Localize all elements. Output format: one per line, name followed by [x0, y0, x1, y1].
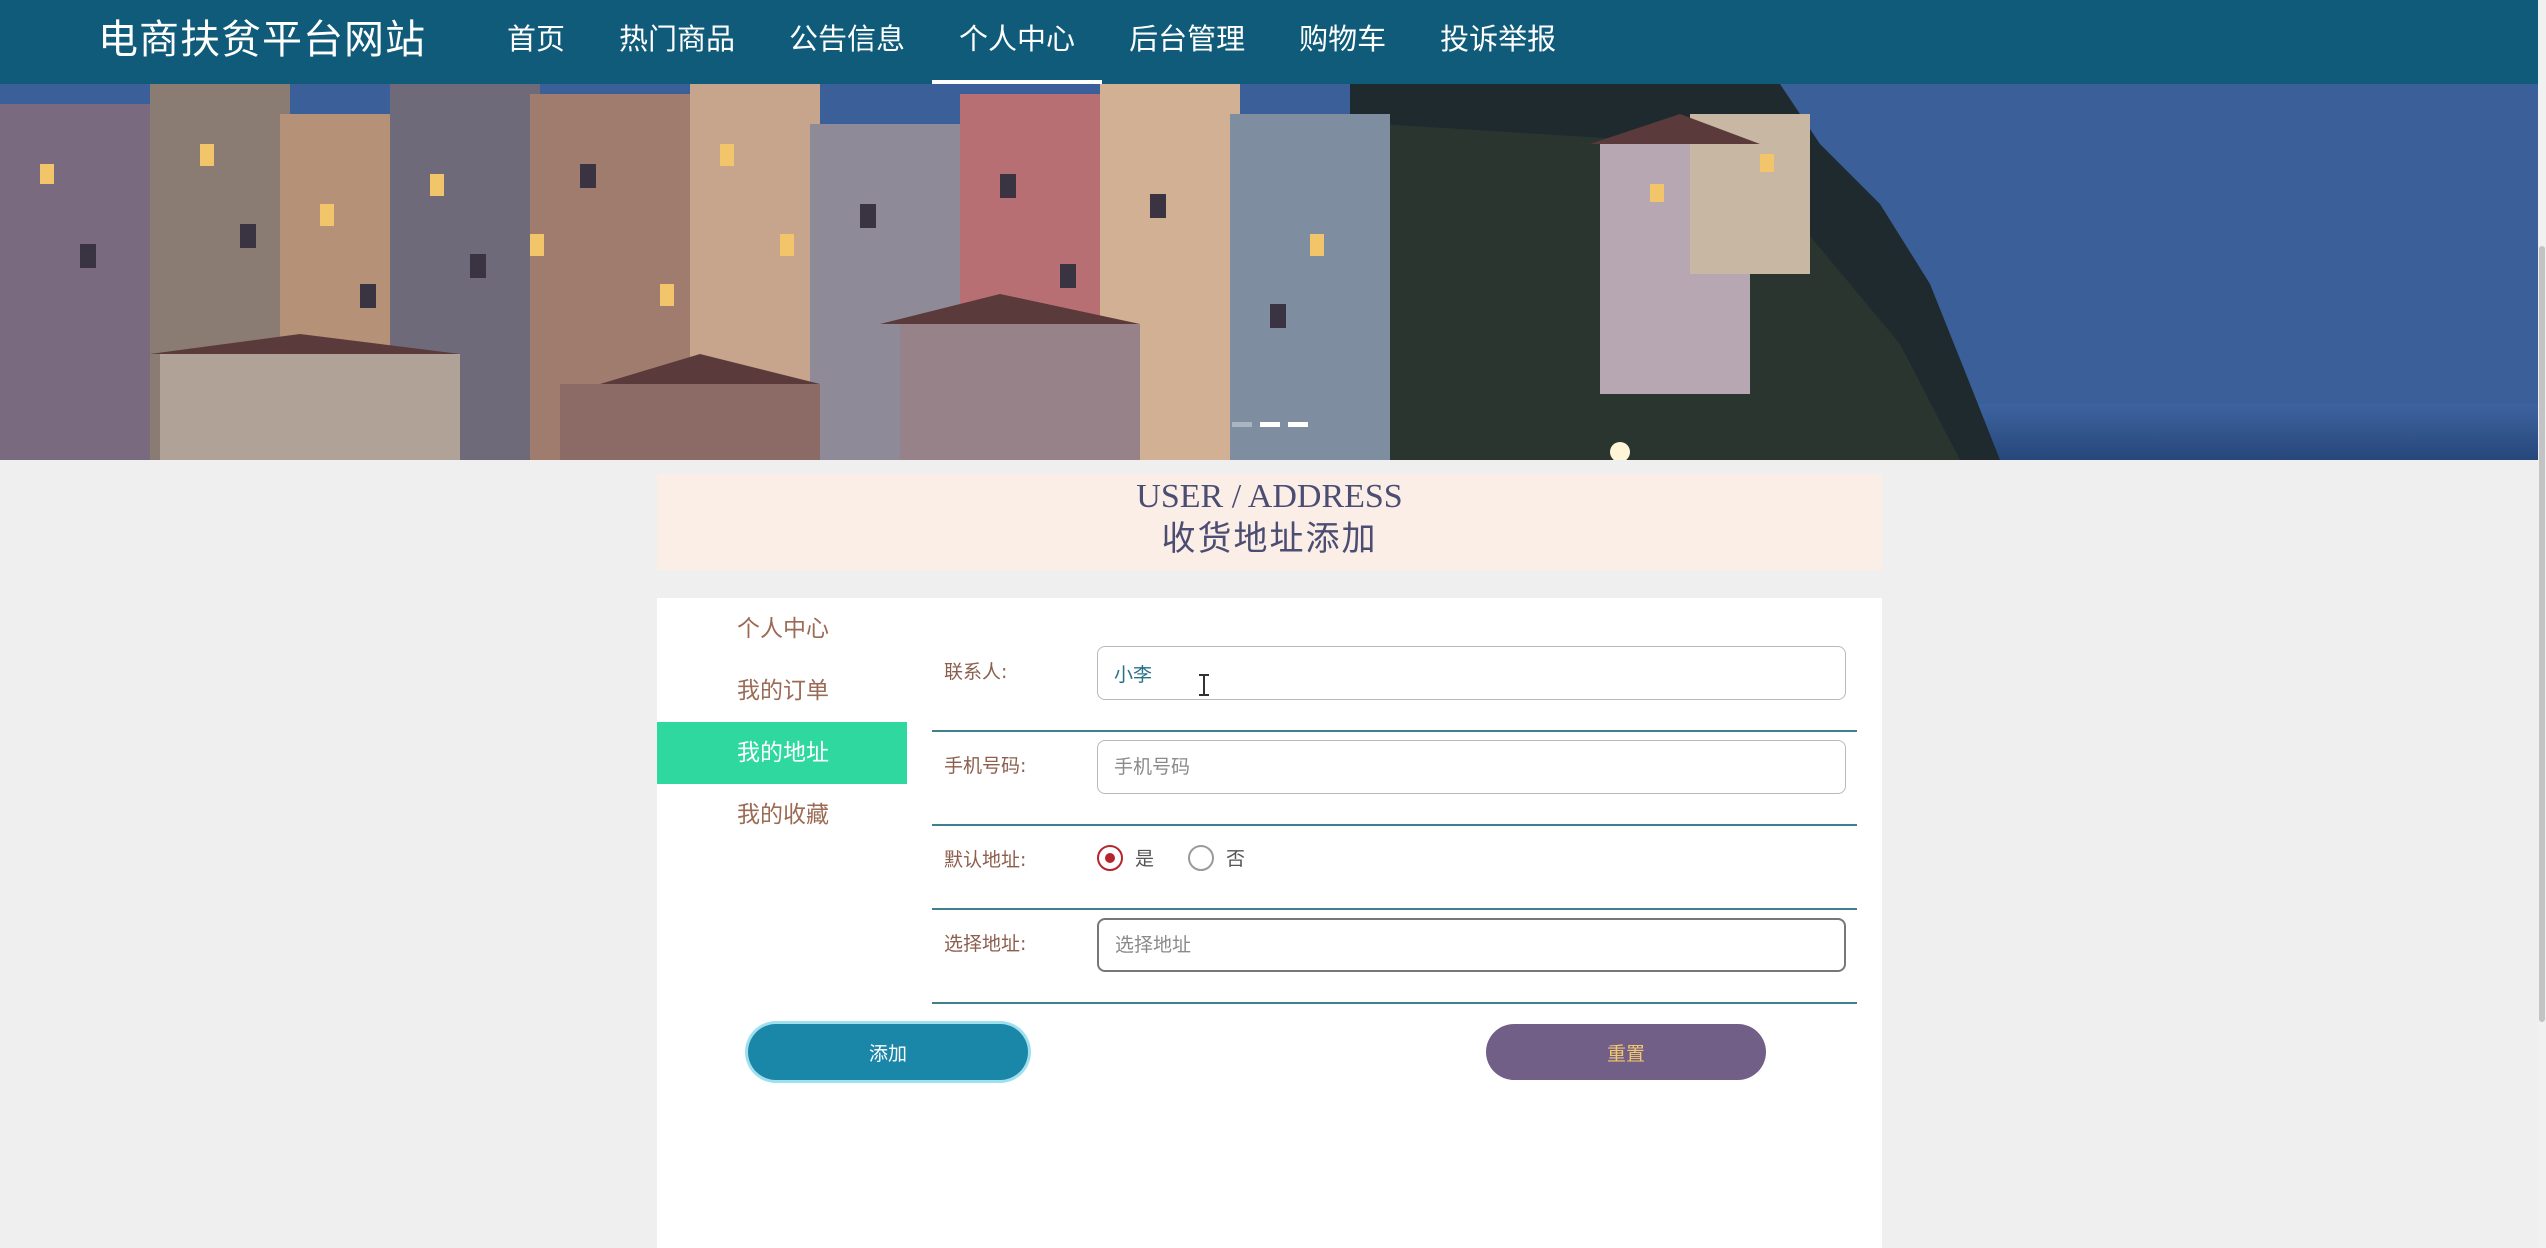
text-cursor-icon: [1199, 674, 1209, 696]
form-row-address: 选择地址:: [932, 910, 1857, 1004]
default-address-radio-group: 是 否: [1097, 844, 1279, 871]
default-yes-radio[interactable]: 是: [1097, 844, 1154, 871]
user-sidebar: 个人中心 我的订单 我的地址 我的收藏: [657, 598, 907, 846]
address-label: 选择地址:: [944, 933, 1027, 955]
contact-label: 联系人:: [944, 661, 1008, 683]
section-title-cn: 收货地址添加: [1161, 521, 1378, 558]
banner-carousel[interactable]: [0, 84, 2538, 460]
banner-image: [0, 84, 2538, 460]
nav-item-announcements[interactable]: 公告信息: [762, 0, 932, 84]
scrollbar-thumb[interactable]: [2539, 246, 2545, 1022]
add-button[interactable]: 添加: [748, 1024, 1028, 1080]
default-address-label: 默认地址:: [944, 849, 1027, 871]
main-nav: 首页 热门商品 公告信息 个人中心 后台管理 购物车 投诉举报: [480, 0, 1583, 84]
nav-item-user-center[interactable]: 个人中心: [932, 0, 1103, 84]
form-row-default: 默认地址: 是 否: [932, 826, 1857, 910]
page-scrollbar[interactable]: [2538, 0, 2546, 1248]
default-no-radio[interactable]: 否: [1188, 844, 1245, 871]
nav-item-complaints[interactable]: 投诉举报: [1413, 0, 1583, 84]
top-navbar: 电商扶贫平台网站 首页 热门商品 公告信息 个人中心 后台管理 购物车 投诉举报: [0, 0, 2538, 84]
form-row-contact: 联系人:: [932, 638, 1857, 732]
sidebar-item-my-orders[interactable]: 我的订单: [657, 660, 907, 722]
address-form: 联系人: 手机号码: 默认地址: 是 否 选择地址:: [932, 638, 1857, 1004]
carousel-dot-active[interactable]: [1260, 422, 1280, 427]
nav-item-cart[interactable]: 购物车: [1272, 0, 1413, 84]
phone-label: 手机号码:: [944, 755, 1027, 777]
nav-item-hot-products[interactable]: 热门商品: [592, 0, 762, 84]
phone-input[interactable]: [1097, 740, 1846, 794]
sidebar-item-user-center[interactable]: 个人中心: [657, 598, 907, 660]
reset-button[interactable]: 重置: [1486, 1024, 1766, 1080]
default-no-label: 否: [1226, 848, 1246, 870]
content-panel: 个人中心 我的订单 我的地址 我的收藏 联系人: 手机号码: 默认地址: 是 否: [657, 598, 1882, 1248]
form-row-phone: 手机号码:: [932, 732, 1857, 826]
radio-unchecked-icon: [1188, 844, 1215, 871]
section-heading: USER / ADDRESS 收货地址添加: [657, 474, 1882, 570]
carousel-dot[interactable]: [1288, 422, 1308, 427]
sidebar-item-my-address[interactable]: 我的地址: [657, 722, 907, 784]
section-title-en: USER / ADDRESS: [1136, 478, 1403, 515]
address-select-input[interactable]: [1097, 918, 1846, 972]
sidebar-item-my-favorites[interactable]: 我的收藏: [657, 784, 907, 846]
default-yes-label: 是: [1135, 848, 1155, 870]
nav-item-home[interactable]: 首页: [480, 0, 592, 84]
site-title[interactable]: 电商扶贫平台网站: [98, 14, 426, 66]
nav-item-admin[interactable]: 后台管理: [1102, 0, 1272, 84]
radio-checked-icon: [1097, 844, 1123, 871]
carousel-indicators: [1232, 422, 1308, 427]
carousel-dot[interactable]: [1232, 422, 1252, 427]
